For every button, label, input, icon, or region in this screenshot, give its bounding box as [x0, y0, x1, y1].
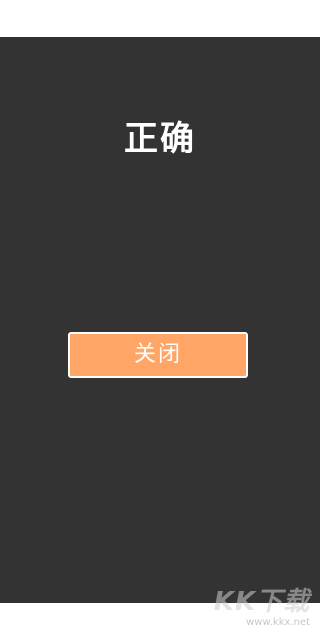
close-button[interactable]: 关闭 — [68, 332, 248, 378]
watermark-url: www.kkx.net — [246, 617, 310, 628]
screen: 正确 关闭 KK下载 www.kkx.net — [0, 0, 320, 640]
result-title: 正确 — [124, 119, 196, 159]
watermark-logo: KK下载 — [213, 587, 310, 617]
result-panel: 正确 关闭 — [0, 37, 320, 603]
watermark: KK下载 www.kkx.net — [214, 587, 310, 629]
top-bar — [0, 0, 320, 37]
